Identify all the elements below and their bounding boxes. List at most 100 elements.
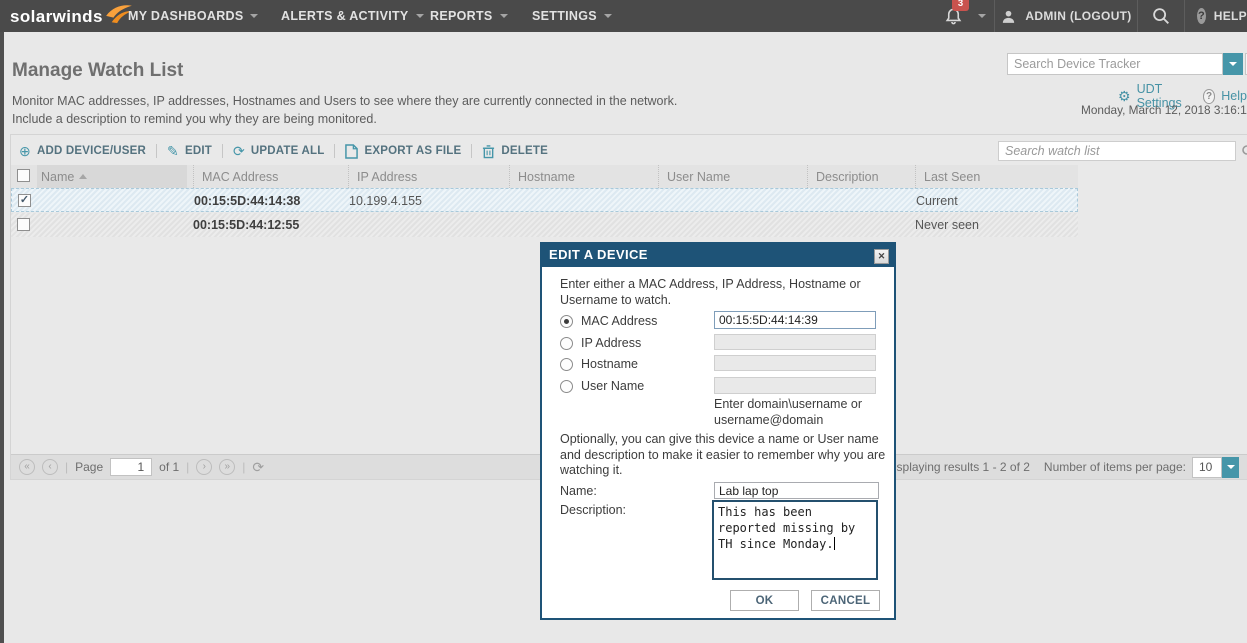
edit-device-modal: EDIT A DEVICE ✕ Enter either a MAC Addre… — [540, 242, 896, 620]
button-label: EXPORT AS FILE — [364, 145, 461, 157]
export-as-file-button[interactable]: EXPORT AS FILE — [345, 144, 461, 159]
page-of-label: of 1 — [159, 460, 179, 474]
nav-alerts-activity[interactable]: ALERTS & ACTIVITY — [281, 0, 424, 32]
page-description-line1: Monitor MAC addresses, IP addresses, Hos… — [12, 92, 677, 110]
divider: | — [186, 460, 189, 474]
question-icon: ? — [1197, 8, 1206, 24]
divider: | — [242, 460, 245, 474]
chevron-down-icon — [500, 14, 508, 18]
left-edge-strip — [0, 32, 4, 643]
radio-row-username: User Name — [560, 378, 644, 394]
delete-button[interactable]: DELETE — [482, 144, 548, 159]
nav-reports[interactable]: REPORTS — [430, 0, 508, 32]
refresh-icon[interactable]: ⟳ — [252, 459, 264, 476]
nav-my-dashboards[interactable]: MY DASHBOARDS — [128, 0, 258, 32]
tracker-search-dropdown-button[interactable] — [1223, 53, 1243, 75]
username-hint-text: Enter domain\username or username@domain — [714, 397, 886, 428]
modal-title: EDIT A DEVICE — [540, 247, 648, 262]
divider — [471, 144, 472, 158]
hostname-radio[interactable] — [560, 358, 573, 371]
solarwinds-logo[interactable]: solarwinds — [10, 3, 133, 27]
close-icon[interactable]: ✕ — [874, 249, 889, 264]
screen: solarwinds MY DASHBOARDS ALERTS & ACTIVI… — [0, 0, 1247, 643]
username-radio[interactable] — [560, 380, 573, 393]
button-label: EDIT — [185, 145, 212, 157]
mac-address-radio[interactable] — [560, 315, 573, 328]
document-icon — [345, 144, 358, 159]
hostname-input — [714, 355, 876, 371]
next-page-button[interactable]: › — [196, 459, 212, 475]
divider — [222, 144, 223, 158]
divider: | — [65, 460, 68, 474]
sort-asc-icon — [79, 174, 87, 179]
global-search-button[interactable] — [1138, 0, 1184, 32]
search-icon[interactable] — [1240, 143, 1247, 159]
description-text: This has been reported missing by TH sin… — [718, 505, 863, 551]
table-row[interactable]: 00:15:5D:44:12:55 Never seen — [11, 213, 1078, 237]
pagination-controls: « ‹ | Page of 1 | › » | ⟳ — [19, 458, 264, 476]
column-header-lastseen[interactable]: Last Seen — [915, 165, 980, 188]
navbar-right: 3 ADMIN (LOGOUT) ? — [928, 0, 1247, 32]
add-device-user-button[interactable]: ⊕ ADD DEVICE/USER — [19, 144, 146, 158]
notifications-button[interactable]: 3 — [928, 0, 994, 32]
column-header-name[interactable]: Name — [41, 165, 87, 188]
mac-address-input[interactable] — [714, 311, 876, 329]
optional-note-text: Optionally, you can give this device a n… — [560, 432, 890, 479]
select-all-checkbox[interactable] — [17, 169, 30, 182]
watchlist-toolbar: ⊕ ADD DEVICE/USER ✎ EDIT ⟳ UPDATE ALL EX… — [19, 140, 548, 162]
current-datetime: Monday, March 12, 2018 3:16:11 PM — [1081, 103, 1247, 117]
search-watch-list-input[interactable] — [998, 141, 1236, 161]
search-icon — [1150, 5, 1172, 27]
cell-lastseen: Never seen — [915, 213, 979, 237]
chevron-down-icon — [1227, 465, 1235, 469]
column-header-mac[interactable]: MAC Address — [193, 165, 278, 188]
help-button[interactable]: ? HELP — [1185, 0, 1247, 32]
radio-row-hostname: Hostname — [560, 356, 638, 372]
chevron-down-icon — [416, 14, 424, 18]
notification-badge: 3 — [952, 0, 969, 11]
table-row[interactable]: 00:15:5D:44:14:38 10.199.4.155 Current — [11, 188, 1078, 212]
row-checkbox[interactable] — [17, 218, 30, 231]
last-page-button[interactable]: » — [219, 459, 235, 475]
gear-icon: ⚙ — [1118, 88, 1131, 105]
device-name-input[interactable] — [714, 482, 879, 499]
bell-icon: 3 — [936, 7, 970, 26]
username-input — [714, 377, 876, 394]
nav-label: REPORTS — [430, 9, 493, 23]
page-description-line2: Include a description to remind you why … — [12, 110, 377, 128]
user-menu[interactable]: ADMIN (LOGOUT) — [995, 0, 1137, 32]
edit-button[interactable]: ✎ EDIT — [167, 144, 212, 158]
column-header-description[interactable]: Description — [807, 165, 879, 188]
description-textarea[interactable]: This has been reported missing by TH sin… — [712, 500, 878, 580]
column-header-ip[interactable]: IP Address — [348, 165, 417, 188]
column-header-username[interactable]: User Name — [658, 165, 730, 188]
radio-label: MAC Address — [581, 314, 657, 328]
column-header-hostname[interactable]: Hostname — [509, 165, 575, 188]
column-label: IP Address — [357, 170, 417, 184]
items-per-page-select[interactable]: 10 — [1192, 457, 1222, 478]
update-all-button[interactable]: ⟳ UPDATE ALL — [233, 144, 325, 158]
divider — [156, 144, 157, 158]
ip-address-input — [714, 334, 876, 350]
prev-page-button[interactable]: ‹ — [42, 459, 58, 475]
radio-row-ip: IP Address — [560, 335, 641, 351]
help-question-icon: ? — [1203, 89, 1216, 104]
items-per-page-dropdown-button[interactable] — [1222, 457, 1239, 478]
items-per-page-label: Number of items per page: — [1044, 460, 1186, 474]
modal-intro-text: Enter either a MAC Address, IP Address, … — [560, 277, 882, 308]
displaying-results-text: Displaying results 1 - 2 of 2 — [885, 460, 1030, 474]
search-device-tracker-input[interactable] — [1007, 53, 1223, 75]
modal-header: EDIT A DEVICE — [540, 242, 896, 267]
header-help-link[interactable]: Help — [1221, 89, 1247, 103]
page-number-input[interactable] — [110, 458, 152, 476]
trash-icon — [482, 144, 495, 159]
cancel-button[interactable]: CANCEL — [811, 590, 880, 611]
nav-settings[interactable]: SETTINGS — [532, 0, 612, 32]
ok-button[interactable]: OK — [730, 590, 799, 611]
cell-mac: 00:15:5D:44:14:38 — [194, 189, 300, 213]
plus-circle-icon: ⊕ — [19, 144, 31, 158]
ip-address-radio[interactable] — [560, 337, 573, 350]
row-checkbox[interactable] — [18, 194, 31, 207]
first-page-button[interactable]: « — [19, 459, 35, 475]
radio-label: Hostname — [581, 357, 638, 371]
